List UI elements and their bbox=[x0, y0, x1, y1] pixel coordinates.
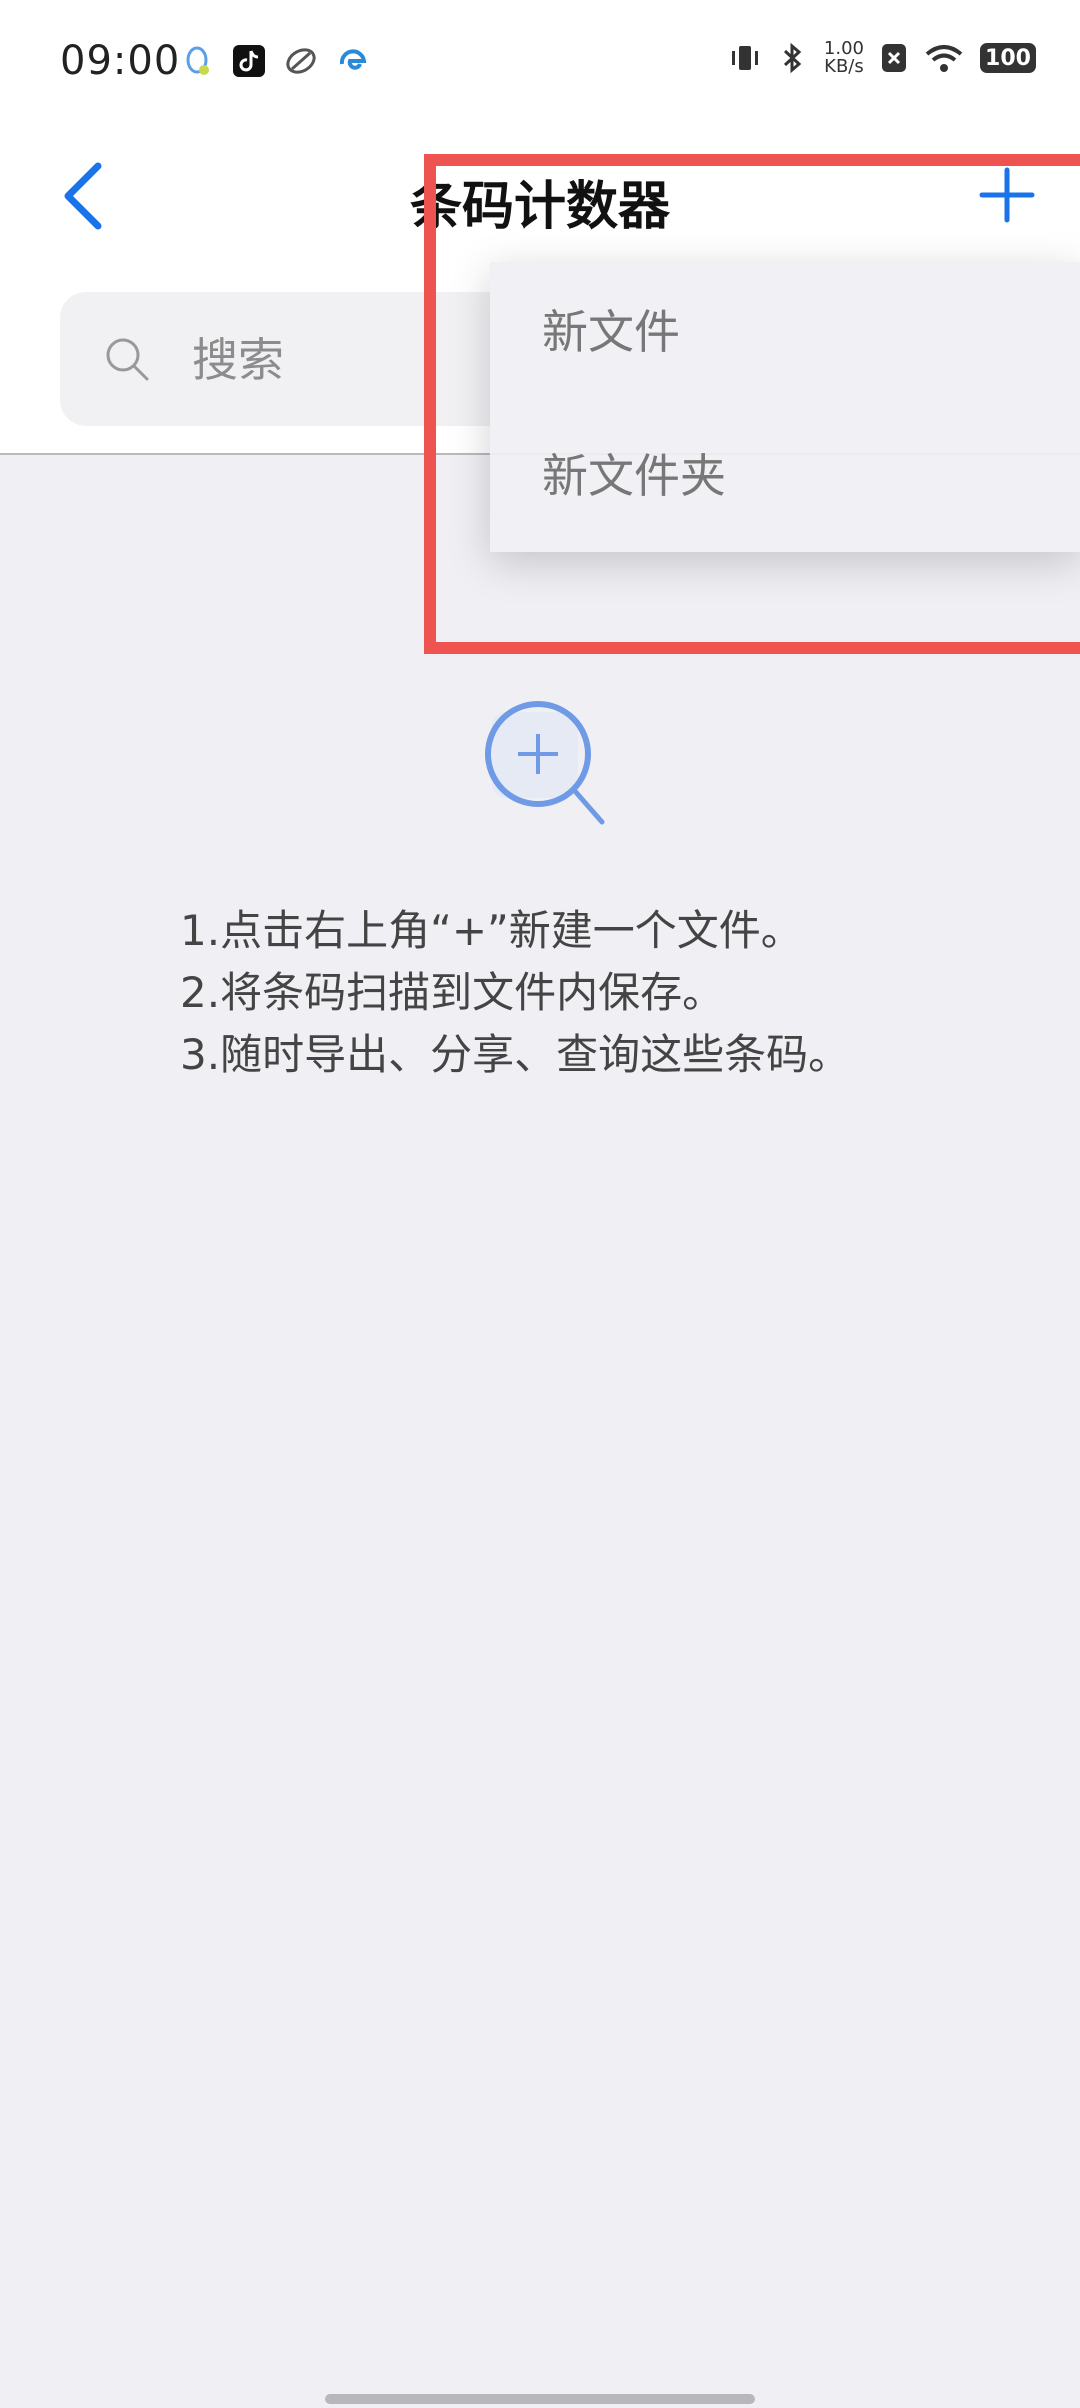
bluetooth-icon bbox=[783, 42, 802, 74]
empty-search-add-icon bbox=[485, 701, 605, 825]
battery-indicator: 100 bbox=[980, 43, 1036, 73]
status-bar: 09:00 1.00 KB/s 100 bbox=[0, 0, 1080, 130]
menu-item-new-folder[interactable]: 新文件夹 bbox=[490, 406, 1080, 546]
leaf-app-icon bbox=[286, 48, 316, 74]
speed-unit: KB/s bbox=[824, 56, 864, 77]
search-icon bbox=[106, 338, 149, 381]
qq-icon bbox=[186, 46, 209, 75]
page-title: 条码计数器 bbox=[409, 177, 670, 237]
wifi-icon bbox=[925, 45, 963, 72]
add-button[interactable] bbox=[972, 160, 1042, 230]
network-speed: 1.00 KB/s bbox=[824, 40, 864, 76]
notification-icons bbox=[180, 44, 370, 78]
add-dropdown-menu: 新文件 新文件夹 bbox=[490, 262, 1080, 552]
edge-browser-icon bbox=[339, 49, 367, 70]
system-icons: 1.00 KB/s 100 bbox=[728, 40, 1036, 76]
home-indicator[interactable] bbox=[325, 2394, 755, 2404]
empty-state-instructions: 1.点击右上角“+”新建一个文件。 2.将条码扫描到文件内保存。 3.随时导出、… bbox=[180, 900, 980, 1086]
instruction-line-2: 2.将条码扫描到文件内保存。 bbox=[180, 968, 725, 1017]
screen: 09:00 1.00 KB/s 100 条码计数器 搜索 新文件 新文件夹 1.… bbox=[0, 0, 1080, 2408]
sim-disabled-icon bbox=[882, 44, 906, 72]
instruction-line-3: 3.随时导出、分享、查询这些条码。 bbox=[180, 1030, 851, 1079]
tiktok-icon bbox=[233, 45, 265, 77]
vibrate-icon bbox=[731, 46, 758, 70]
status-time: 09:00 bbox=[60, 38, 181, 84]
menu-item-new-file[interactable]: 新文件 bbox=[490, 262, 1080, 402]
app-header: 条码计数器 bbox=[0, 130, 1080, 280]
instruction-line-1: 1.点击右上角“+”新建一个文件。 bbox=[180, 906, 803, 955]
